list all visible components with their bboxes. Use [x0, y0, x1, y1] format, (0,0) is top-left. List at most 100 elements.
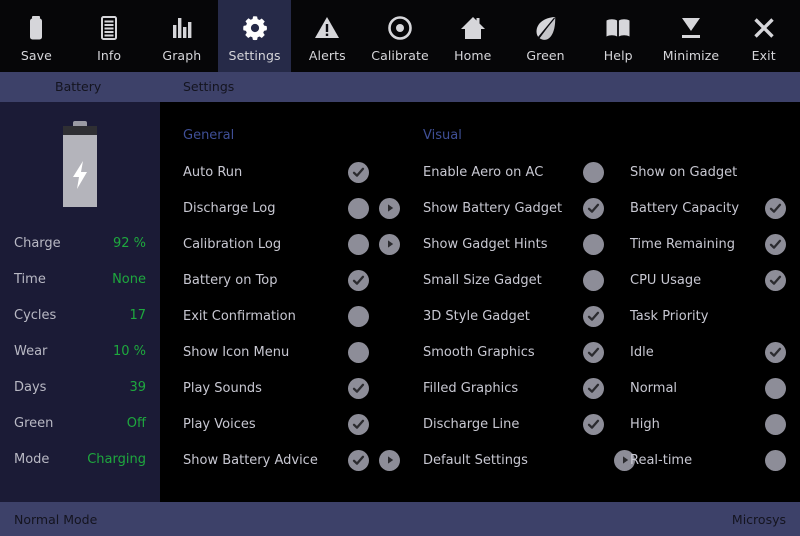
settings-row-label: Small Size Gadget — [423, 273, 542, 288]
play-button-icon[interactable] — [379, 234, 400, 255]
settings-row[interactable]: Discharge Line — [423, 406, 628, 442]
checkbox-checked[interactable] — [348, 378, 369, 399]
settings-row[interactable]: Play Voices — [183, 406, 398, 442]
settings-row[interactable]: Calibration Log — [183, 226, 398, 262]
toolbar-item-help[interactable]: Help — [582, 0, 655, 72]
toolbar-item-label: Home — [454, 49, 491, 62]
settings-row[interactable]: Auto Run — [183, 154, 398, 190]
settings-row-label: Normal — [630, 381, 677, 396]
settings-row-label: Show Battery Gadget — [423, 201, 562, 216]
settings-row-label: Task Priority — [630, 309, 708, 324]
tab-battery[interactable]: Battery — [55, 72, 101, 102]
close-icon — [747, 11, 781, 45]
stat-label: Green — [14, 416, 53, 431]
checkbox-unchecked[interactable] — [583, 162, 604, 183]
settings-row-controls — [765, 234, 786, 255]
toolbar-item-minimize[interactable]: Minimize — [655, 0, 728, 72]
toolbar-item-info[interactable]: Info — [73, 0, 146, 72]
toolbar-item-settings[interactable]: Settings — [218, 0, 291, 72]
checkbox-checked[interactable] — [583, 342, 604, 363]
checkbox-unchecked[interactable] — [765, 450, 786, 471]
checkbox-checked[interactable] — [765, 270, 786, 291]
settings-row[interactable]: Default Settings — [423, 442, 628, 478]
checkbox-unchecked[interactable] — [583, 270, 604, 291]
settings-row-label: Time Remaining — [630, 237, 735, 252]
checkbox-unchecked[interactable] — [348, 342, 369, 363]
minimize-icon — [674, 11, 708, 45]
settings-row-controls — [583, 414, 604, 435]
stat-label: Days — [14, 380, 46, 395]
settings-row[interactable]: Battery Capacity — [630, 190, 790, 226]
settings-row[interactable]: High — [630, 406, 790, 442]
checkbox-checked[interactable] — [583, 198, 604, 219]
checkbox-checked[interactable] — [765, 198, 786, 219]
settings-row-label: Smooth Graphics — [423, 345, 535, 360]
settings-row[interactable]: Play Sounds — [183, 370, 398, 406]
checkbox-checked[interactable] — [348, 414, 369, 435]
settings-row-label: 3D Style Gadget — [423, 309, 530, 324]
stat-value: Off — [127, 416, 146, 431]
toolbar-item-label: Minimize — [663, 49, 719, 62]
toolbar-item-alerts[interactable]: Alerts — [291, 0, 364, 72]
settings-row-controls — [348, 306, 369, 327]
settings-row[interactable]: Discharge Log — [183, 190, 398, 226]
toolbar-item-green[interactable]: Green — [509, 0, 582, 72]
settings-row-controls — [583, 234, 604, 255]
settings-row[interactable]: Battery on Top — [183, 262, 398, 298]
checkbox-checked[interactable] — [583, 306, 604, 327]
settings-row-label: Battery on Top — [183, 273, 278, 288]
checkbox-checked[interactable] — [583, 378, 604, 399]
settings-row-controls — [583, 450, 635, 471]
settings-row[interactable]: Exit Confirmation — [183, 298, 398, 334]
settings-row[interactable]: Filled Graphics — [423, 370, 628, 406]
toolbar-item-label: Info — [97, 49, 121, 62]
settings-row[interactable]: Small Size Gadget — [423, 262, 628, 298]
toolbar-item-save[interactable]: Save — [0, 0, 73, 72]
settings-row[interactable]: CPU Usage — [630, 262, 790, 298]
checkbox-checked[interactable] — [348, 270, 369, 291]
toolbar-item-home[interactable]: Home — [436, 0, 509, 72]
toolbar-item-exit[interactable]: Exit — [727, 0, 800, 72]
checkbox-checked[interactable] — [583, 414, 604, 435]
settings-row[interactable]: Show Battery Gadget — [423, 190, 628, 226]
checkbox-unchecked[interactable] — [348, 234, 369, 255]
checkbox-unchecked[interactable] — [765, 414, 786, 435]
settings-panel: General Auto RunDischarge LogCalibration… — [160, 102, 800, 502]
stat-value: 39 — [129, 380, 146, 395]
checkbox-checked[interactable] — [348, 162, 369, 183]
settings-row-controls — [348, 234, 400, 255]
settings-row[interactable]: Smooth Graphics — [423, 334, 628, 370]
settings-row[interactable]: Real-time — [630, 442, 790, 478]
tab-settings[interactable]: Settings — [183, 72, 234, 102]
stat-label: Wear — [14, 344, 47, 359]
checkbox-checked[interactable] — [765, 234, 786, 255]
battery-charging-icon — [0, 102, 160, 217]
checkbox-unchecked[interactable] — [583, 234, 604, 255]
settings-row[interactable]: 3D Style Gadget — [423, 298, 628, 334]
stat-row-mode: ModeCharging — [14, 441, 146, 477]
settings-row-label: Show Gadget Hints — [423, 237, 547, 252]
toolbar-item-calibrate[interactable]: Calibrate — [364, 0, 437, 72]
stat-label: Cycles — [14, 308, 56, 323]
checkbox-unchecked[interactable] — [348, 306, 369, 327]
checkbox-checked[interactable] — [765, 342, 786, 363]
settings-row-controls — [765, 414, 786, 435]
settings-row[interactable]: Show Gadget Hints — [423, 226, 628, 262]
checkbox-unchecked[interactable] — [348, 198, 369, 219]
settings-row-label: Battery Capacity — [630, 201, 739, 216]
settings-row[interactable]: Normal — [630, 370, 790, 406]
settings-row[interactable]: Idle — [630, 334, 790, 370]
settings-row[interactable]: Time Remaining — [630, 226, 790, 262]
play-button-icon[interactable] — [379, 198, 400, 219]
toolbar-item-label: Help — [604, 49, 633, 62]
play-button-icon[interactable] — [379, 450, 400, 471]
settings-row[interactable]: Show Icon Menu — [183, 334, 398, 370]
target-icon — [383, 11, 417, 45]
settings-row-controls — [765, 198, 786, 219]
settings-row-controls — [765, 342, 786, 363]
toolbar-item-graph[interactable]: Graph — [145, 0, 218, 72]
checkbox-checked[interactable] — [348, 450, 369, 471]
checkbox-unchecked[interactable] — [765, 378, 786, 399]
settings-row[interactable]: Show Battery Advice — [183, 442, 398, 478]
settings-row[interactable]: Enable Aero on AC — [423, 154, 628, 190]
